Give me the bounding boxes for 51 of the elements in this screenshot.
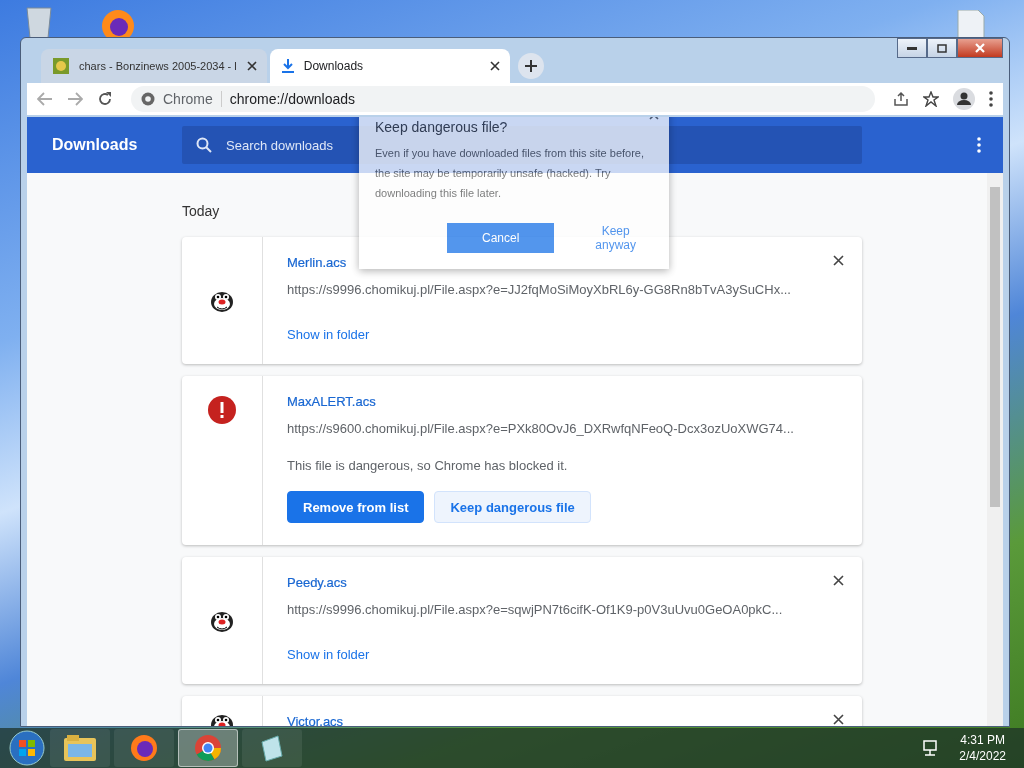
dialog-title: Keep dangerous file? [375, 119, 509, 135]
maximize-button[interactable] [927, 38, 957, 58]
maximize-icon [937, 43, 947, 53]
show-in-folder-link[interactable]: Show in folder [287, 327, 370, 342]
file-url: https://s9996.chomikuj.pl/File.aspx?e=JJ2fqMoSiMoyXbRL6y-GG8Rn8bTvA3ySuCHx... [287, 282, 792, 297]
remove-button[interactable]: Remove from list [287, 491, 425, 523]
page-title: Downloads [52, 136, 139, 154]
cancel-button[interactable]: Cancel [447, 223, 555, 253]
minimize-icon [907, 46, 917, 50]
show-in-folder-link[interactable]: Show in folder [287, 647, 370, 662]
clock[interactable]: 4:31 PM 2/4/2022 [959, 732, 1006, 764]
network-icon[interactable] [921, 739, 940, 757]
dialog-message: Even if you have downloaded files from this site before, the site may be temporarily unsafe (hacked). Try downloading this file later. [375, 146, 646, 201]
new-tab-button[interactable] [517, 53, 544, 79]
danger-warning: This file is dangerous, so Chrome has blocked it. [287, 458, 569, 473]
file-name-link[interactable]: Peedy.acs [287, 575, 838, 590]
reload-icon[interactable] [97, 91, 113, 107]
file-url: https://s9996.chomikuj.pl/File.aspx?e=sqwjPN7t6cifK-Of1K9-p0V3uUvu0GeOA0pkC... [287, 602, 784, 617]
keep-anyway-button[interactable]: Keep anyway [578, 223, 653, 253]
taskbar-button[interactable] [50, 729, 110, 767]
plus-icon [524, 60, 537, 72]
taskbar-button[interactable] [114, 729, 174, 767]
search-icon [196, 137, 212, 153]
browser-tab[interactable]: Downloads [269, 49, 510, 83]
address-bar[interactable]: Chrome chrome://downloads [131, 86, 875, 112]
menu-icon[interactable] [977, 137, 981, 153]
file-name-link[interactable]: Victor.acs [287, 714, 838, 726]
taskbar-button[interactable] [242, 729, 302, 767]
minimize-button[interactable] [897, 38, 927, 58]
file-url: https://s9600.chomikuj.pl/File.aspx?e=PXk80OvJ6_DXRwfqNFeoQ-Dcx3ozUoXWG74... [287, 421, 795, 436]
download-icon [281, 59, 294, 73]
file-name-link[interactable]: MaxALERT.acs [287, 394, 838, 409]
browser-tab[interactable]: chars - Bonzinews 2005-2034 - l [41, 49, 267, 83]
section-heading: Today [182, 203, 221, 219]
warning-icon [208, 396, 236, 424]
recycle-bin-icon [24, 4, 54, 38]
start-button[interactable] [8, 729, 46, 767]
chrome-icon [141, 92, 155, 106]
notepad-icon [258, 734, 286, 762]
menu-icon[interactable] [989, 91, 993, 107]
scrollbar[interactable] [987, 173, 1003, 726]
folder-icon [64, 735, 96, 761]
site-favicon-icon [53, 58, 69, 74]
firefox-icon [130, 734, 158, 762]
keep-button[interactable]: Keep dangerous file [434, 491, 591, 523]
star-icon[interactable] [923, 91, 939, 107]
taskbar-button[interactable] [178, 729, 238, 767]
chrome-icon [194, 734, 222, 762]
share-icon[interactable] [893, 91, 909, 107]
profile-icon[interactable] [953, 88, 975, 110]
close-window-button[interactable] [957, 38, 1003, 58]
